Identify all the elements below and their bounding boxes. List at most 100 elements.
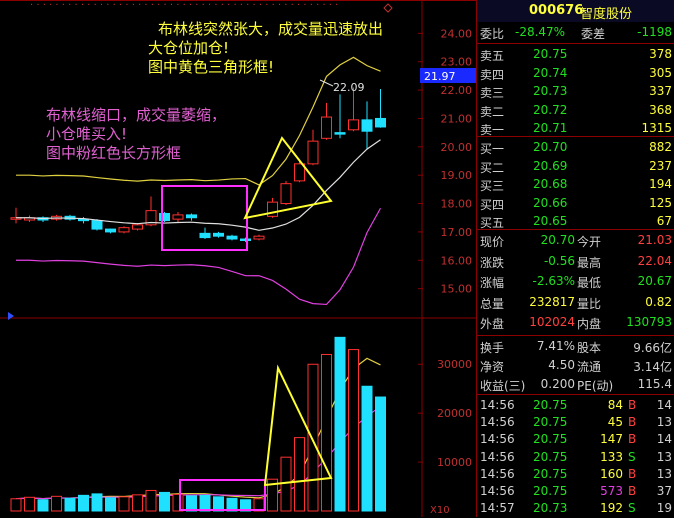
buy-level-row[interactable]: 买二 20.69 237: [477, 158, 674, 176]
volume-bar[interactable]: [321, 353, 332, 512]
volume-bar[interactable]: [159, 491, 170, 512]
candle-body[interactable]: [348, 119, 359, 131]
tick-time: 14:56: [480, 449, 515, 464]
annotation-yellow-2: 大仓位加仓!: [148, 39, 229, 57]
candle-body[interactable]: [199, 232, 211, 239]
volume-tick-label: 20000: [437, 407, 472, 420]
volume-bar[interactable]: [51, 495, 62, 512]
divider: [477, 394, 674, 395]
candle-body[interactable]: [375, 117, 386, 128]
expand-arrow-icon[interactable]: [8, 312, 14, 320]
volume-bar[interactable]: [199, 494, 211, 512]
tick-row[interactable]: 14:56 20.75 133 S 13: [477, 449, 674, 467]
volume-bar[interactable]: [24, 496, 35, 512]
volume-bar[interactable]: [334, 336, 346, 512]
candle-body[interactable]: [172, 214, 184, 220]
volume-tick-label: 30000: [437, 358, 472, 371]
quote-value: 130793: [626, 315, 672, 329]
tick-row[interactable]: 14:57 20.73 192 S 19: [477, 500, 674, 518]
price-tick-label: 24.00: [441, 27, 473, 40]
volume-bar[interactable]: [37, 499, 49, 512]
quote-label: 量比: [577, 296, 602, 311]
candle-body[interactable]: [307, 140, 319, 165]
stat-row: 换手 7.41% 股本 9.66亿: [477, 338, 674, 356]
tick-row[interactable]: 14:56 20.75 147 B 14: [477, 431, 674, 449]
volume-bar[interactable]: [361, 385, 373, 512]
buy-level-label: 买三: [480, 179, 505, 193]
volume-bar[interactable]: [64, 497, 76, 512]
candle-body[interactable]: [361, 119, 373, 132]
buy-level-row[interactable]: 买三 20.68 194: [477, 176, 674, 194]
tick-time: 14:56: [480, 415, 515, 430]
candle-body[interactable]: [226, 235, 238, 240]
tick-row[interactable]: 14:56 20.75 160 B 13: [477, 466, 674, 484]
volume-bar[interactable]: [186, 495, 197, 512]
candle-body[interactable]: [253, 235, 265, 240]
sell-level-row[interactable]: 卖三 20.73 337: [477, 83, 674, 101]
divider: [477, 136, 674, 137]
price-tick-label: 18.00: [441, 198, 473, 211]
volume-bar[interactable]: [172, 493, 184, 512]
sell-level-label: 卖二: [480, 104, 505, 119]
buy-level-volume: 882: [649, 140, 672, 154]
quote-value: 22.04: [637, 253, 672, 268]
candle-body[interactable]: [118, 227, 130, 233]
quote-label: 最高: [577, 255, 602, 270]
annotation-yellow-3: 图中黄色三角形框!: [148, 58, 274, 76]
tick-volume: 133: [600, 449, 623, 464]
volume-bar[interactable]: [145, 489, 157, 512]
stock-header: 000676 智度股份: [477, 0, 674, 22]
volume-bar[interactable]: [348, 349, 359, 512]
kline-chart[interactable]: 24.00 23.00 22.00 21.00 20.00 19.00 18.00 17.00…: [0, 0, 476, 517]
tick-side: B: [628, 398, 637, 412]
tick-row[interactable]: 14:56 20.75 573 B 37: [477, 483, 674, 501]
candle-body[interactable]: [280, 183, 292, 205]
tick-time: 14:56: [480, 398, 515, 412]
candle-body[interactable]: [334, 132, 346, 135]
candle-body[interactable]: [240, 238, 251, 242]
sell-level-row[interactable]: 卖五 20.75 378: [477, 46, 674, 64]
sell-level-label: 卖五: [480, 49, 505, 63]
volume-bar[interactable]: [78, 494, 89, 512]
buy-level-volume: 194: [649, 177, 672, 191]
stat-label: 流通: [577, 360, 602, 374]
stock-code[interactable]: 000676: [529, 3, 583, 18]
volume-bar[interactable]: [118, 496, 130, 512]
quote-value: 102024: [529, 315, 575, 329]
candle-body[interactable]: [213, 232, 224, 237]
quote-value: 232817: [529, 294, 575, 309]
volume-bar[interactable]: [105, 497, 116, 512]
volume-bar[interactable]: [375, 396, 386, 512]
candle-body[interactable]: [132, 224, 143, 230]
volume-bar[interactable]: [294, 437, 305, 512]
quote-value: -2.63%: [532, 274, 575, 288]
tick-time: 14:57: [480, 501, 515, 516]
tick-row[interactable]: 14:56 20.75 84 B 14: [477, 397, 674, 415]
sell-level-price: 20.75: [533, 47, 568, 61]
weibi-value: -28.47%: [515, 25, 566, 39]
buy-level-row[interactable]: 买四 20.66 125: [477, 195, 674, 213]
tick-price: 20.75: [533, 415, 568, 430]
volume-tick-label: 10000: [437, 456, 472, 469]
volume-unit-label: X10: [430, 505, 450, 516]
price-tick-label: 19.00: [441, 169, 473, 182]
tick-row[interactable]: 14:56 20.75 45 B 13: [477, 414, 674, 432]
buy-level-row[interactable]: 买一 20.70 882: [477, 139, 674, 157]
sell-level-row[interactable]: 卖二 20.72 368: [477, 102, 674, 120]
tick-side: B: [628, 415, 637, 430]
candle-body[interactable]: [91, 220, 103, 230]
volume-bar[interactable]: [10, 498, 22, 512]
volume-bar[interactable]: [213, 496, 224, 512]
sell-level-row[interactable]: 卖四 20.74 305: [477, 65, 674, 83]
volume-bar[interactable]: [91, 493, 103, 512]
sell-level-price: 20.72: [533, 102, 568, 117]
sell-level-volume: 337: [649, 84, 672, 98]
volume-bar[interactable]: [132, 494, 143, 512]
quote-value: -0.56: [543, 253, 575, 268]
volume-bar[interactable]: [307, 363, 319, 512]
candle-body[interactable]: [105, 228, 116, 233]
candle-body[interactable]: [186, 214, 197, 219]
stock-name[interactable]: 智度股份: [580, 3, 632, 22]
quote-value: 20.70: [540, 233, 575, 247]
candle-body[interactable]: [321, 116, 332, 139]
